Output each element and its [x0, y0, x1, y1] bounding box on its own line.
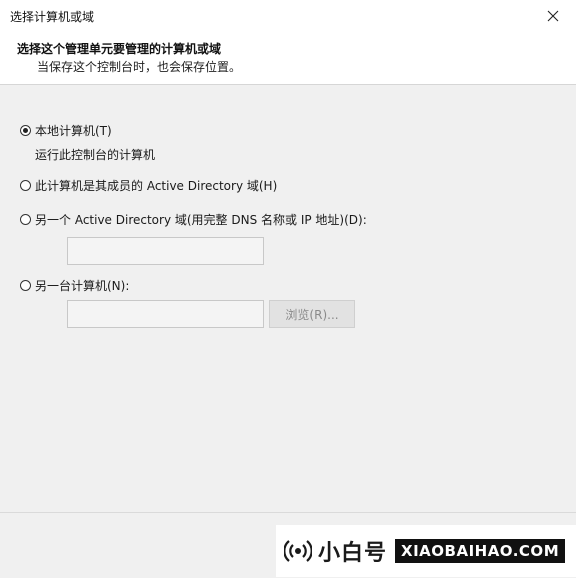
broadcast-icon — [284, 540, 312, 562]
dialog-header: 选择这个管理单元要管理的计算机或域 当保存这个控制台时，也会保存位置。 — [0, 32, 576, 85]
option-domain-member[interactable]: 此计算机是其成员的 Active Directory 域(H) — [20, 177, 277, 194]
radio-icon[interactable] — [20, 280, 31, 291]
option-other-domain[interactable]: 另一个 Active Directory 域(用完整 DNS 名称或 IP 地址… — [20, 211, 367, 228]
option-local-description: 运行此控制台的计算机 — [35, 148, 156, 162]
option-local-computer[interactable]: 本地计算机(T) — [20, 122, 112, 139]
header-title: 选择这个管理单元要管理的计算机或域 — [17, 42, 222, 56]
watermark-brand-en: XIAOBAIHAO.COM — [395, 539, 566, 563]
radio-icon[interactable] — [20, 214, 31, 225]
close-button[interactable] — [530, 0, 576, 32]
close-icon — [547, 10, 559, 22]
radio-icon[interactable] — [20, 125, 31, 136]
window-title: 选择计算机或域 — [10, 10, 95, 24]
header-subtitle: 当保存这个控制台时，也会保存位置。 — [37, 60, 242, 74]
option-local-label: 本地计算机(T) — [35, 124, 112, 138]
other-domain-input[interactable] — [67, 237, 264, 265]
radio-icon[interactable] — [20, 180, 31, 191]
option-other-computer-label: 另一台计算机(N): — [35, 279, 130, 293]
option-domain-member-label: 此计算机是其成员的 Active Directory 域(H) — [35, 179, 278, 193]
option-other-computer[interactable]: 另一台计算机(N): — [20, 277, 129, 294]
browse-button[interactable]: 浏览(R)... — [269, 300, 355, 328]
option-other-domain-label: 另一个 Active Directory 域(用完整 DNS 名称或 IP 地址… — [35, 213, 367, 227]
watermark-brand: 小白号 XIAOBAIHAO.COM — [276, 525, 576, 577]
watermark-brand-cn: 小白号 — [318, 541, 388, 566]
title-bar: 选择计算机或域 — [0, 0, 576, 32]
other-computer-input[interactable] — [67, 300, 264, 328]
